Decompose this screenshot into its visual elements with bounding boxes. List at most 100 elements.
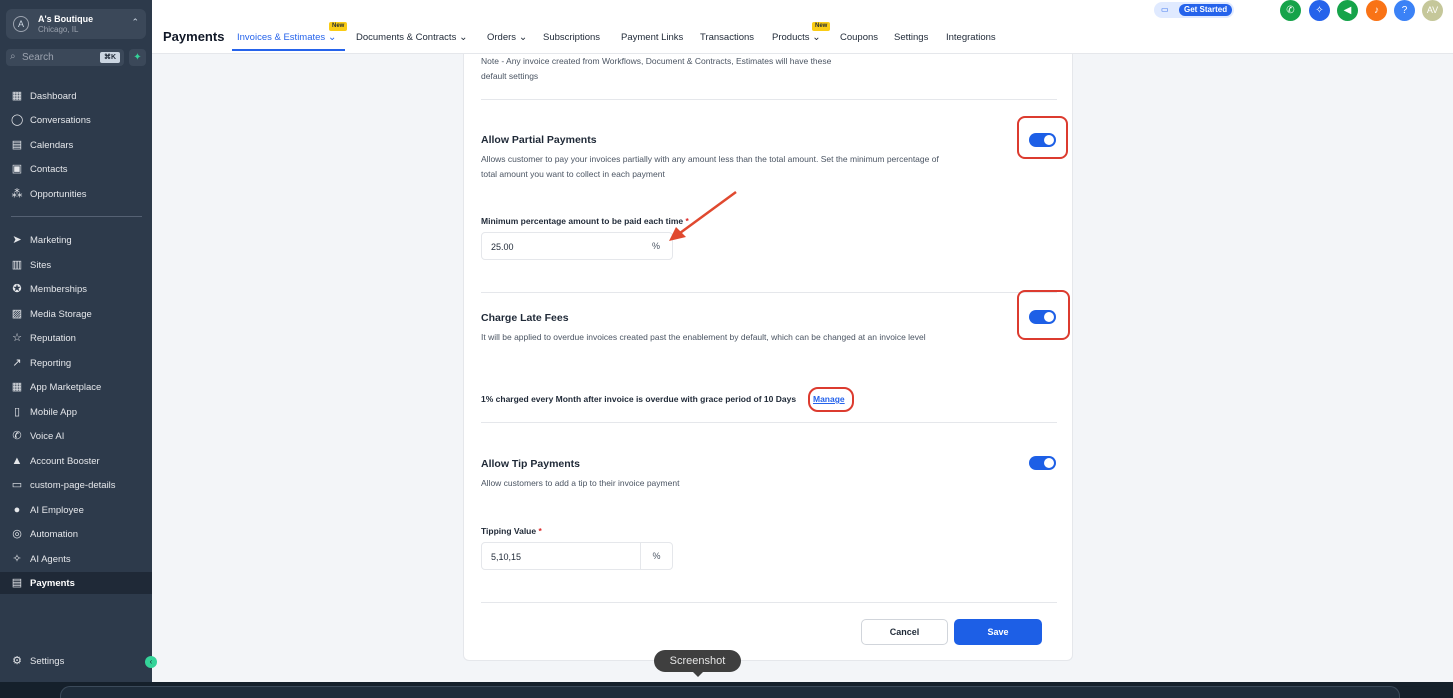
trend-icon: ↗ (12, 357, 22, 369)
tab-settings[interactable]: Settings (894, 32, 928, 43)
sidebar-item-label: Mobile App (30, 407, 78, 418)
tab-products[interactable]: Products ⌄ (772, 32, 821, 43)
min-percentage-value: 25.00 (491, 242, 514, 252)
sidebar-item-ai-agents[interactable]: ✧ AI Agents (0, 548, 152, 570)
sidebar-item-contacts[interactable]: ▣ Contacts (0, 158, 152, 180)
partial-payments-title: Allow Partial Payments (481, 134, 597, 146)
account-switcher[interactable]: A A's Boutique Chicago, IL ⌃ (6, 9, 146, 39)
grid-icon: ▦ (11, 90, 23, 102)
sidebar-item-app-marketplace[interactable]: ▦ App Marketplace (0, 376, 152, 398)
page-icon: ▭ (11, 479, 23, 491)
sidebar-item-conversations[interactable]: ◯ Conversations (0, 109, 152, 131)
tab-label: Transactions (700, 32, 755, 43)
megaphone-icon[interactable]: ◀ (1337, 0, 1358, 21)
magic-icon[interactable]: ✧ (1309, 0, 1330, 21)
receipt-icon: ▤ (11, 577, 23, 589)
sidebar-item-label: Dashboard (30, 91, 77, 102)
page-title: Payments (163, 29, 225, 44)
top-bar: Payments Invoices & Estimates ⌄ Documents… (152, 0, 1453, 54)
sidebar-item-automation[interactable]: ◎ Automation (0, 523, 152, 545)
sidebar-item-dashboard[interactable]: ▦ Dashboard (0, 85, 152, 107)
sidebar-item-settings[interactable]: ⚙ Settings (0, 650, 152, 672)
screenshot-tooltip: Screenshot (654, 650, 741, 672)
sidebar-item-opportunities[interactable]: ⁂ Opportunities (0, 183, 152, 205)
tab-label: Products (772, 32, 810, 43)
phone-icon[interactable]: ✆ (1280, 0, 1301, 21)
chevron-updown-icon: ⌃ (131, 17, 139, 27)
divider (481, 422, 1057, 423)
sidebar-item-label: Calendars (30, 140, 74, 151)
person-icon: ● (13, 504, 21, 516)
sidebar-item-account-booster[interactable]: ▲ Account Booster (0, 450, 152, 472)
min-percentage-input[interactable]: 25.00 % (481, 232, 673, 260)
tab-orders[interactable]: Orders ⌄ (487, 32, 527, 43)
tab-subscriptions[interactable]: Subscriptions (543, 32, 600, 43)
tab-coupons[interactable]: Coupons (840, 32, 878, 43)
sidebar-item-payments[interactable]: ▤ Payments (0, 572, 152, 594)
chat-icon: ◯ (11, 114, 24, 126)
late-fee-summary: 1% charged every Month after invoice is … (481, 394, 797, 404)
sidebar-item-label: Marketing (30, 235, 72, 246)
toggle-knob (1044, 458, 1054, 468)
sidebar-divider (11, 216, 142, 217)
bell-icon[interactable]: ♪ (1366, 0, 1387, 21)
divider (481, 99, 1057, 100)
tab-payment-links[interactable]: Payment Links (621, 32, 683, 43)
ai-sparkle-button[interactable]: ✦ (129, 49, 146, 66)
sidebar-item-label: Payments (30, 578, 75, 589)
tab-label: Invoices & Estimates (237, 32, 326, 43)
help-icon[interactable]: ? (1394, 0, 1415, 21)
min-percentage-label: Minimum percentage amount to be paid eac… (481, 216, 689, 226)
sidebar-item-reporting[interactable]: ↗ Reporting (0, 352, 152, 374)
late-fees-description: It will be applied to overdue invoices c… (481, 332, 926, 342)
tipping-value: 5,10,15 (491, 552, 522, 562)
sidebar-item-voice-ai[interactable]: ✆ Voice AI (0, 425, 152, 447)
gear-icon: ⚙ (12, 655, 22, 667)
tab-documents-contracts[interactable]: Documents & Contracts ⌄ (356, 32, 468, 43)
os-dock-shelf (60, 686, 1400, 698)
sidebar-item-label: Opportunities (30, 189, 87, 200)
sidebar-item-marketing[interactable]: ➤ Marketing (0, 229, 152, 251)
sidebar-item-calendars[interactable]: ▤ Calendars (0, 134, 152, 156)
sidebar-item-label: custom-page-details (30, 480, 116, 491)
sidebar-item-mobile-app[interactable]: ▯ Mobile App (0, 401, 152, 423)
tip-payments-toggle[interactable] (1029, 456, 1056, 470)
percent-suffix: % (640, 543, 672, 569)
collapse-sidebar-button[interactable]: ‹ (145, 656, 157, 668)
automation-icon: ◎ (12, 528, 22, 540)
tab-invoices-estimates[interactable]: Invoices & Estimates ⌄ (237, 32, 336, 43)
account-avatar: A (13, 16, 29, 32)
sidebar-item-label: Media Storage (30, 309, 92, 320)
apps-icon: ▦ (11, 381, 23, 393)
active-tab-indicator (232, 49, 345, 51)
get-started-button[interactable]: ▭ Get Started (1154, 2, 1234, 18)
sidebar-item-sites[interactable]: ▥ Sites (0, 254, 152, 276)
send-icon: ➤ (12, 234, 22, 246)
sidebar-item-ai-employee[interactable]: ● AI Employee (0, 499, 152, 521)
sidebar-item-media-storage[interactable]: ▨ Media Storage (0, 303, 152, 325)
user-avatar[interactable]: AV (1422, 0, 1443, 21)
tip-payments-description: Allow customers to add a tip to their in… (481, 478, 680, 488)
cancel-button[interactable]: Cancel (861, 619, 948, 645)
sidebar-item-label: AI Employee (30, 505, 84, 516)
tab-transactions[interactable]: Transactions (700, 32, 754, 43)
divider (481, 602, 1057, 603)
sidebar-item-label: AI Agents (30, 554, 71, 565)
sidebar-item-custom-page-details[interactable]: ▭ custom-page-details (0, 474, 152, 496)
highlight-annotation (1017, 290, 1070, 340)
save-button[interactable]: Save (954, 619, 1042, 645)
get-started-label: Get Started (1179, 4, 1233, 16)
search-input[interactable]: ⌕ Search ⌘K (6, 49, 124, 66)
new-badge: New (329, 22, 348, 31)
tipping-value-input[interactable]: 5,10,15 % (481, 542, 673, 570)
sidebar-item-memberships[interactable]: ✪ Memberships (0, 278, 152, 300)
tab-integrations[interactable]: Integrations (946, 32, 996, 43)
voice-icon: ✆ (12, 430, 22, 442)
chevron-down-icon: ⌄ (456, 32, 468, 43)
sidebar-item-label: Reputation (30, 333, 76, 344)
sidebar-item-label: App Marketplace (30, 382, 102, 393)
partial-payments-description: Allows customer to pay your invoices par… (481, 154, 939, 179)
divider (481, 292, 1057, 293)
tipping-value-label: Tipping Value * (481, 526, 542, 536)
sidebar-item-reputation[interactable]: ☆ Reputation (0, 327, 152, 349)
